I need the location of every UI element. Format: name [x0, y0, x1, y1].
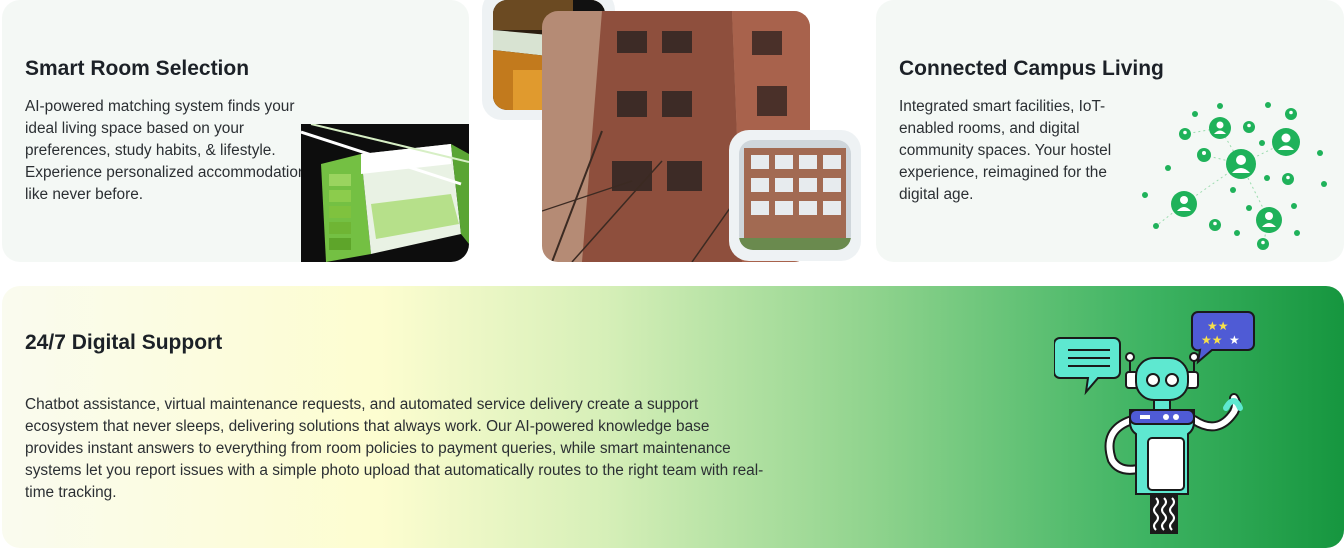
- support-card: 24/7 Digital Support Chatbot assistance,…: [2, 286, 1344, 548]
- smart-room-title: Smart Room Selection: [25, 57, 250, 80]
- smart-room-card: Smart Room Selection AI-powered matching…: [2, 0, 469, 262]
- campus-description: Integrated smart facilities, IoT-enabled…: [899, 98, 1112, 203]
- robot-support-illustration: ★★ ★★ ★: [1054, 311, 1255, 534]
- campus-card: Connected Campus Living Integrated smart…: [876, 0, 1344, 262]
- campus-title: Connected Campus Living: [899, 57, 1164, 80]
- svg-text:★★: ★★: [1207, 319, 1229, 333]
- network-users-icon: [1142, 102, 1327, 250]
- svg-text:★★: ★★: [1201, 333, 1223, 347]
- support-description: Chatbot assistance, virtual maintenance …: [25, 396, 764, 501]
- support-title: 24/7 Digital Support: [25, 331, 223, 354]
- smart-room-description: AI-powered matching system finds your id…: [25, 98, 307, 203]
- svg-text:★: ★: [1229, 333, 1240, 347]
- bunk-bed-illustration: [301, 124, 469, 262]
- chat-bubble-icon: [1054, 337, 1121, 396]
- photo-frame-apartments: [729, 130, 861, 261]
- apartments-photo: [739, 140, 851, 250]
- rating-stars-icon: ★★ ★★ ★: [1191, 311, 1255, 365]
